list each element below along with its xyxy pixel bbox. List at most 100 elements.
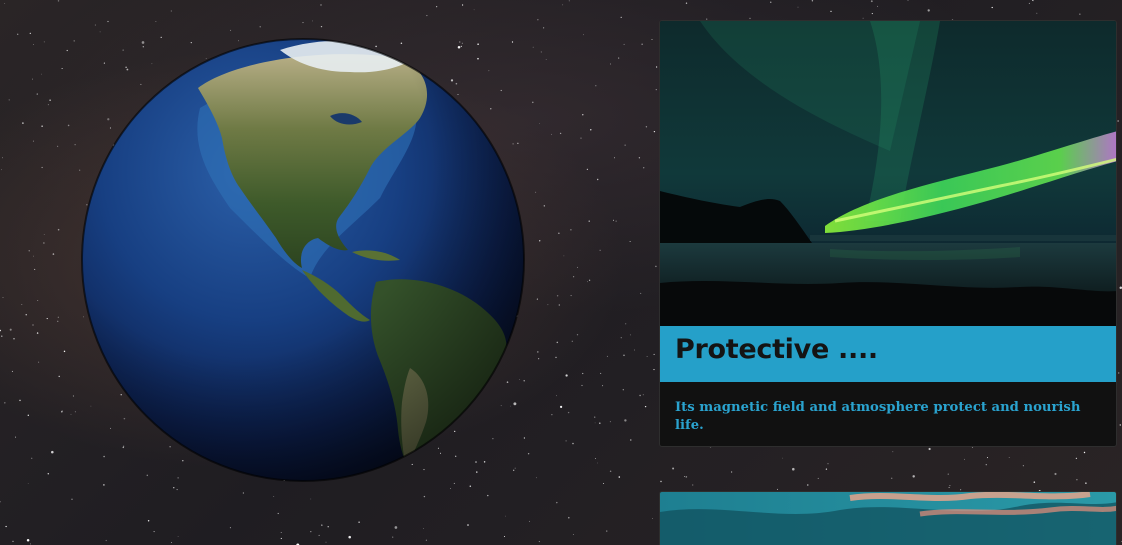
star [556,341,559,344]
star [568,516,570,519]
star [594,422,596,424]
star [612,219,615,221]
card-header: Protective .... [660,326,1116,382]
star [532,46,534,48]
star [310,498,312,500]
star [576,266,578,268]
star [606,530,608,532]
star [912,475,915,478]
star [28,250,30,252]
star [586,168,589,171]
star [1033,481,1036,483]
star [49,99,51,101]
star [423,495,426,498]
star [8,99,10,101]
star [572,442,574,445]
star [811,0,814,2]
star [644,405,647,408]
star [641,43,643,45]
star [473,9,475,11]
info-card[interactable]: Protective .... Its magnetic field and a… [659,20,1117,447]
star [570,228,572,231]
star [32,324,34,326]
star [153,531,155,533]
star [1117,120,1119,122]
star [551,414,553,416]
star [57,228,60,231]
star [170,542,172,544]
star [1036,12,1038,14]
star [34,268,36,270]
star [862,17,864,19]
star [505,515,506,517]
star [67,124,70,127]
star [19,399,21,402]
star [30,543,32,545]
star [642,394,644,396]
star [61,67,63,70]
star [12,540,14,543]
star [1008,457,1010,458]
star [643,167,645,169]
star [653,353,655,355]
star [629,241,631,242]
star [310,530,312,533]
star [797,6,799,8]
star [321,524,323,526]
star [583,34,584,36]
star [877,5,879,7]
star [559,132,562,135]
star [1117,372,1120,374]
star [280,531,282,533]
star [2,297,4,298]
star [581,384,583,387]
sunset-clouds-photo [660,492,1116,545]
info-card-2[interactable] [659,491,1117,545]
star [9,328,12,331]
star [536,298,538,300]
star [259,26,261,28]
star [4,3,6,4]
star [392,536,394,538]
star [325,541,327,543]
star [0,329,2,332]
card-text: Its magnetic field and atmosphere protec… [675,400,1081,433]
star [74,411,76,413]
star [590,129,592,131]
star [467,524,469,526]
star [594,458,596,460]
star [588,220,590,222]
star [948,487,950,488]
star [63,350,66,353]
earth-globe[interactable] [80,38,526,482]
star [623,354,625,357]
star [653,369,655,371]
star [27,414,29,416]
star [730,471,733,473]
star [603,483,605,484]
star [634,349,635,351]
star [870,0,873,3]
star [928,447,931,451]
star [543,27,545,29]
star [21,304,23,305]
star [74,144,76,146]
star [32,255,34,257]
star [639,394,641,397]
star [5,525,7,528]
star [655,66,658,68]
star [782,457,784,459]
card-title: Protective .... [675,334,878,365]
star [776,488,778,490]
star [655,265,657,268]
star [653,130,656,133]
star [817,477,819,479]
star [594,416,596,418]
star [103,484,105,486]
star [890,477,893,480]
star [318,534,320,536]
star [565,374,568,377]
star [302,22,304,24]
star [0,501,1,503]
star [528,520,531,522]
